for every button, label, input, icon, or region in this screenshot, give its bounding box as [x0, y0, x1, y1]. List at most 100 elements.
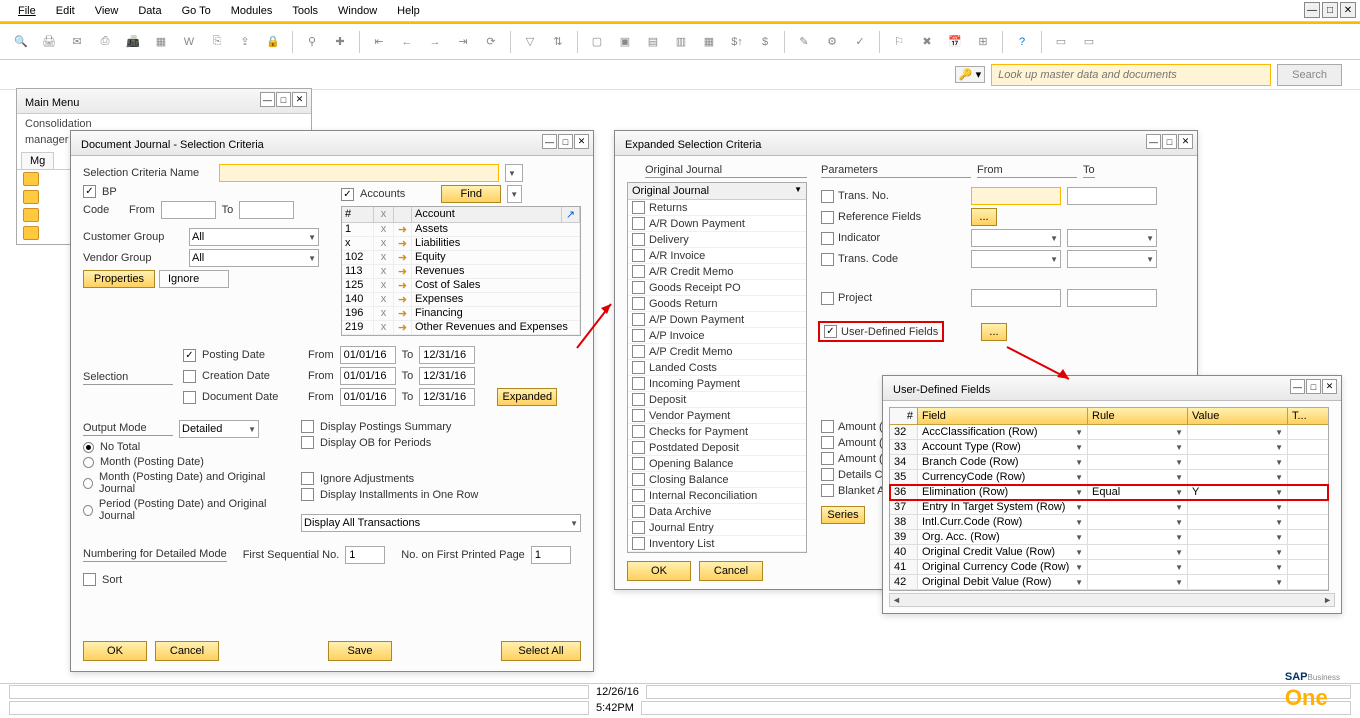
month-posting-radio[interactable]	[83, 457, 94, 468]
maximize-icon[interactable]: □	[558, 134, 573, 149]
main-menu-tab[interactable]: Mg	[21, 152, 54, 169]
minimize-icon[interactable]: —	[1290, 379, 1305, 394]
creation-to-input[interactable]	[419, 367, 475, 385]
code-from-input[interactable]	[161, 201, 216, 219]
menu-file[interactable]: File	[8, 3, 46, 19]
item-checkbox[interactable]	[632, 457, 645, 470]
list-item[interactable]: Closing Balance	[628, 472, 806, 488]
list-item[interactable]: Internal Reconciliation	[628, 488, 806, 504]
launch-icon[interactable]: ⇪	[234, 31, 256, 53]
list-item[interactable]: A/P Invoice	[628, 328, 806, 344]
table-row[interactable]: 34Branch Code (Row)▼▼▼	[890, 455, 1328, 470]
table-row[interactable]: 32AccClassification (Row)▼▼▼	[890, 425, 1328, 440]
project-from[interactable]	[971, 289, 1061, 307]
output-mode-select[interactable]: Detailed▼	[179, 420, 259, 438]
trans-icon[interactable]: $↑	[726, 31, 748, 53]
table-row[interactable]: 39Org. Acc. (Row)▼▼▼	[890, 530, 1328, 545]
target-doc-icon[interactable]: ▣	[614, 31, 636, 53]
list-item[interactable]: Delivery	[628, 232, 806, 248]
list-item[interactable]: Journal Entry	[628, 520, 806, 536]
item-checkbox[interactable]	[632, 265, 645, 278]
minimize-icon[interactable]: —	[1304, 2, 1320, 18]
list-item[interactable]: Landed Costs	[628, 360, 806, 376]
item-checkbox[interactable]	[632, 201, 645, 214]
posting-from-input[interactable]	[340, 346, 396, 364]
item-checkbox[interactable]	[632, 537, 645, 550]
menu-modules[interactable]: Modules	[221, 3, 283, 19]
search-input[interactable]	[991, 64, 1271, 86]
list-item[interactable]: A/R Down Payment	[628, 216, 806, 232]
prev-icon[interactable]: ←	[396, 31, 418, 53]
expanded-button[interactable]: Expanded	[497, 388, 557, 406]
related-icon[interactable]: ▤	[642, 31, 664, 53]
display-all-select[interactable]: Display All Transactions▼	[301, 514, 581, 532]
table-row[interactable]: 40Original Credit Value (Row)▼▼▼	[890, 545, 1328, 560]
item-checkbox[interactable]	[632, 521, 645, 534]
key-icon[interactable]: 🔑 ▾	[955, 66, 985, 83]
document-to-input[interactable]	[419, 388, 475, 406]
journal-icon[interactable]: ▥	[670, 31, 692, 53]
list-item[interactable]: A/R Invoice	[628, 248, 806, 264]
form-settings-icon[interactable]: ⚙	[821, 31, 843, 53]
list-item[interactable]: Deposit	[628, 392, 806, 408]
ok-button[interactable]: OK	[83, 641, 147, 661]
details-checkbox[interactable]	[821, 468, 834, 481]
minimize-icon[interactable]: —	[542, 134, 557, 149]
item-checkbox[interactable]	[632, 233, 645, 246]
bp-checkbox[interactable]	[83, 185, 96, 198]
list-item[interactable]: Vendor Payment	[628, 408, 806, 424]
item-checkbox[interactable]	[632, 473, 645, 486]
table-row[interactable]: 38Intl.Curr.Code (Row)▼▼▼	[890, 515, 1328, 530]
table-row[interactable]: 35CurrencyCode (Row)▼▼▼	[890, 470, 1328, 485]
scroll-left-icon[interactable]: ◄	[892, 595, 901, 605]
item-checkbox[interactable]	[632, 505, 645, 518]
selection-criteria-dropdown[interactable]: ▼	[505, 164, 523, 182]
maximize-icon[interactable]: □	[276, 92, 291, 107]
excel-icon[interactable]: ▦	[150, 31, 172, 53]
sms-icon[interactable]: ⎙	[94, 31, 116, 53]
posting-to-input[interactable]	[419, 346, 475, 364]
project-checkbox[interactable]	[821, 292, 834, 305]
checklist-icon[interactable]: ✓	[849, 31, 871, 53]
menu-edit[interactable]: Edit	[46, 3, 85, 19]
close-icon[interactable]: ✕	[292, 92, 307, 107]
item-checkbox[interactable]	[632, 345, 645, 358]
table-row[interactable]: 113x➜Revenues	[342, 265, 580, 279]
first-icon[interactable]: ⇤	[368, 31, 390, 53]
ok-button[interactable]: OK	[627, 561, 691, 581]
alert-icon[interactable]: ⚐	[888, 31, 910, 53]
print-icon[interactable]: 🖨	[38, 31, 60, 53]
item-checkbox[interactable]	[632, 249, 645, 262]
find-icon[interactable]: ⚲	[301, 31, 323, 53]
posting-date-checkbox[interactable]	[183, 349, 196, 362]
item-checkbox[interactable]	[632, 377, 645, 390]
vendor-group-select[interactable]: All▼	[189, 249, 319, 267]
item-checkbox[interactable]	[632, 297, 645, 310]
maximize-icon[interactable]: □	[1306, 379, 1321, 394]
no-first-page-input[interactable]	[531, 546, 571, 564]
creation-date-checkbox[interactable]	[183, 370, 196, 383]
preview-icon[interactable]: 🔍	[10, 31, 32, 53]
list-item[interactable]: A/P Down Payment	[628, 312, 806, 328]
item-checkbox[interactable]	[632, 409, 645, 422]
sort-icon[interactable]: ⇅	[547, 31, 569, 53]
indicator-checkbox[interactable]	[821, 232, 834, 245]
list-item[interactable]: Returns	[628, 200, 806, 216]
trans-code-to-select[interactable]: ▼	[1067, 250, 1157, 268]
list-item[interactable]: Incoming Payment	[628, 376, 806, 392]
mail-icon[interactable]: ✉	[66, 31, 88, 53]
find-button[interactable]: Find	[441, 185, 501, 203]
item-checkbox[interactable]	[632, 313, 645, 326]
menu-data[interactable]: Data	[128, 3, 171, 19]
calendar-icon[interactable]: 📅	[944, 31, 966, 53]
code-to-input[interactable]	[239, 201, 294, 219]
select-all-button[interactable]: Select All	[501, 641, 581, 661]
payment-icon[interactable]: $	[754, 31, 776, 53]
ref-fields-dots-button[interactable]: ...	[971, 208, 997, 226]
pdf-icon[interactable]: ⎘	[206, 31, 228, 53]
ignore-adjustments-checkbox[interactable]	[301, 472, 314, 485]
list-item[interactable]: Goods Receipt PO	[628, 280, 806, 296]
creation-from-input[interactable]	[340, 367, 396, 385]
month-posting-orig-radio[interactable]	[83, 478, 93, 489]
no-total-radio[interactable]	[83, 442, 94, 453]
